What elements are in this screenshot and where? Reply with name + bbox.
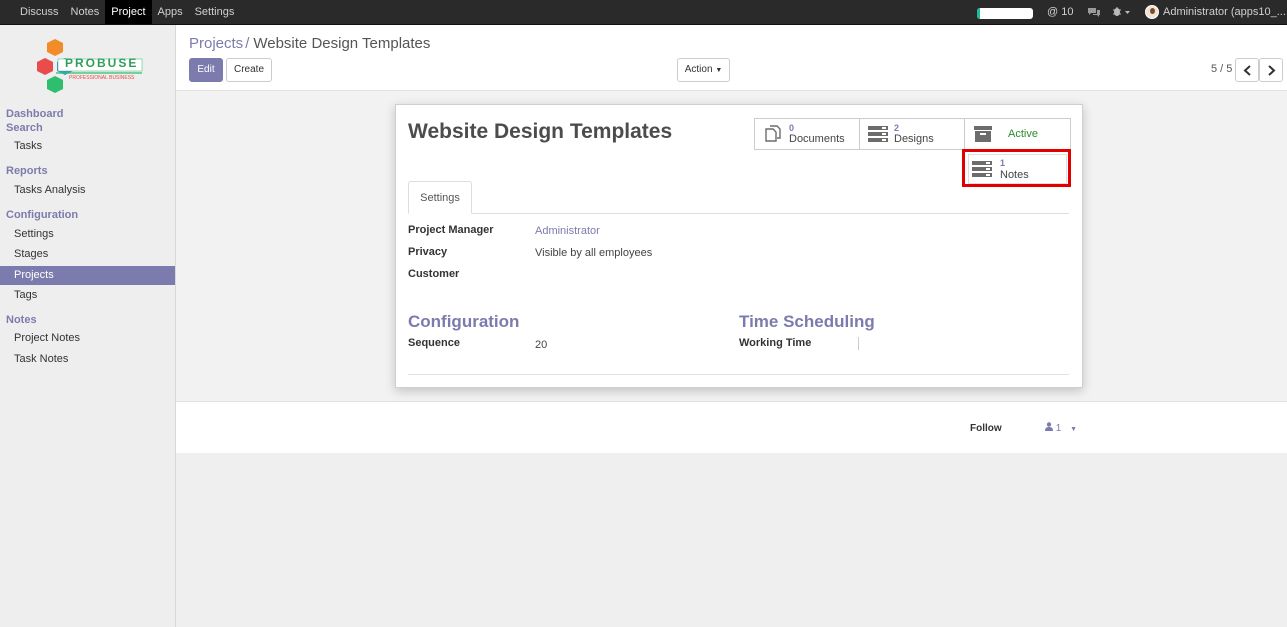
action-label: Action (684, 64, 713, 75)
page-bottom-area (176, 453, 1287, 627)
sidebar: PROBUSE PROFESSIONAL BUSINESS Dashboard … (0, 25, 176, 627)
form-view: Website Design Templates 0 Documents 2 D… (176, 91, 1287, 401)
archive-icon (974, 126, 992, 142)
pager-next-button[interactable] (1259, 58, 1283, 82)
user-avatar[interactable] (1145, 5, 1159, 19)
sidebar-section-notes[interactable]: Notes (6, 314, 37, 326)
time-scheduling-heading: Time Scheduling (739, 312, 875, 331)
sidebar-section-dashboard-search[interactable]: Dashboard Search (6, 107, 76, 135)
designs-count: 2 (894, 123, 900, 133)
menu-notes[interactable]: Notes (65, 0, 106, 24)
documents-smart-button[interactable]: 0 Documents (755, 119, 860, 149)
sidebar-item-stages[interactable]: Stages (0, 245, 175, 264)
company-logo[interactable]: PROBUSE PROFESSIONAL BUSINESS (34, 37, 146, 95)
notes-smart-button-inner: 1 Notes (968, 154, 1067, 184)
sidebar-item-tasks[interactable]: Tasks (0, 137, 175, 156)
pager-value: 5 / 5 (1211, 63, 1233, 75)
privacy-value[interactable]: Visible by all employees (535, 247, 652, 259)
top-menu: Discuss Notes Project Apps Settings (14, 0, 240, 25)
sheet-divider (408, 374, 1069, 375)
sidebar-item-task-notes[interactable]: Task Notes (0, 350, 175, 369)
sidebar-section-configuration[interactable]: Configuration (6, 209, 78, 221)
create-button[interactable]: Create (226, 58, 272, 82)
notes-smart-button[interactable]: 1 Notes (962, 149, 1071, 187)
project-title[interactable]: Website Design Templates (408, 120, 672, 144)
menu-project[interactable]: Project (105, 0, 152, 24)
documents-icon (765, 125, 781, 142)
active-label: Active (1008, 128, 1038, 140)
pager-previous-button[interactable] (1235, 58, 1259, 82)
breadcrumb-projects-link[interactable]: Projects (189, 35, 243, 52)
menu-settings[interactable]: Settings (189, 0, 241, 24)
breadcrumb-current: Website Design Templates (253, 35, 431, 52)
edit-button[interactable]: Edit (189, 58, 223, 82)
sidebar-item-settings[interactable]: Settings (0, 225, 175, 244)
designs-smart-button[interactable]: 2 Designs (860, 119, 965, 149)
configuration-heading: Configuration (408, 312, 520, 331)
notes-label: Notes (1000, 169, 1029, 181)
server-icon (972, 161, 992, 177)
chevron-right-icon (1268, 65, 1276, 76)
documents-label: Documents (789, 133, 845, 145)
bug-icon[interactable] (1112, 6, 1132, 20)
followers-dropdown[interactable]: 1 ▼ (1045, 422, 1077, 434)
user-menu[interactable]: Administrator (apps10_... (1163, 0, 1286, 24)
sequence-label: Sequence (408, 337, 460, 349)
chevron-left-icon (1243, 65, 1251, 76)
chatter: Follow 1 ▼ (176, 401, 1287, 453)
chat-bubbles-icon[interactable] (1087, 7, 1101, 20)
mentions-counter[interactable]: @ 10 (1047, 0, 1073, 24)
caret-down-icon: ▼ (715, 67, 723, 74)
logo-text: PROBUSE (65, 56, 139, 70)
sidebar-item-tags[interactable]: Tags (0, 286, 175, 305)
sidebar-item-tasks-analysis[interactable]: Tasks Analysis (0, 181, 175, 200)
logo-subtext: PROFESSIONAL BUSINESS (69, 75, 135, 81)
notes-count: 1 (1000, 158, 1006, 168)
tab-bar-line (408, 213, 1069, 214)
menu-discuss[interactable]: Discuss (14, 0, 65, 24)
sidebar-item-projects[interactable]: Projects (0, 266, 175, 285)
action-dropdown-button[interactable]: Action ▼ (677, 58, 730, 82)
tab-settings[interactable]: Settings (408, 181, 472, 214)
top-navbar: Discuss Notes Project Apps Settings @ 10… (0, 0, 1287, 25)
server-icon (868, 126, 888, 142)
breadcrumb: Projects / Website Design Templates (189, 35, 430, 52)
caret-down-icon: ▼ (1070, 426, 1078, 433)
followers-count: 1 (1055, 423, 1062, 434)
designs-label: Designs (894, 133, 934, 145)
working-time-label: Working Time (739, 337, 812, 349)
customer-label: Customer (408, 268, 460, 280)
follow-button[interactable]: Follow (970, 423, 1002, 434)
smart-buttons: 0 Documents 2 Designs Active (754, 118, 1071, 150)
progress-fill (977, 8, 980, 19)
sidebar-section-reports[interactable]: Reports (6, 165, 48, 177)
sequence-value[interactable]: 20 (535, 339, 547, 351)
user-icon (1045, 422, 1053, 431)
breadcrumb-separator: / (245, 35, 250, 52)
project-manager-value[interactable]: Administrator (535, 225, 600, 237)
sidebar-item-project-notes[interactable]: Project Notes (0, 329, 175, 348)
active-toggle-button[interactable]: Active (965, 119, 1070, 149)
onboarding-progress-bar[interactable] (977, 8, 1033, 19)
menu-apps[interactable]: Apps (152, 0, 189, 24)
documents-count: 0 (789, 123, 795, 133)
privacy-label: Privacy (408, 246, 448, 258)
working-time-field[interactable] (858, 337, 859, 350)
form-sheet: Website Design Templates 0 Documents 2 D… (395, 104, 1083, 388)
control-panel: Projects / Website Design Templates Edit C… (176, 25, 1287, 91)
project-manager-label: Project Manager (408, 224, 494, 236)
